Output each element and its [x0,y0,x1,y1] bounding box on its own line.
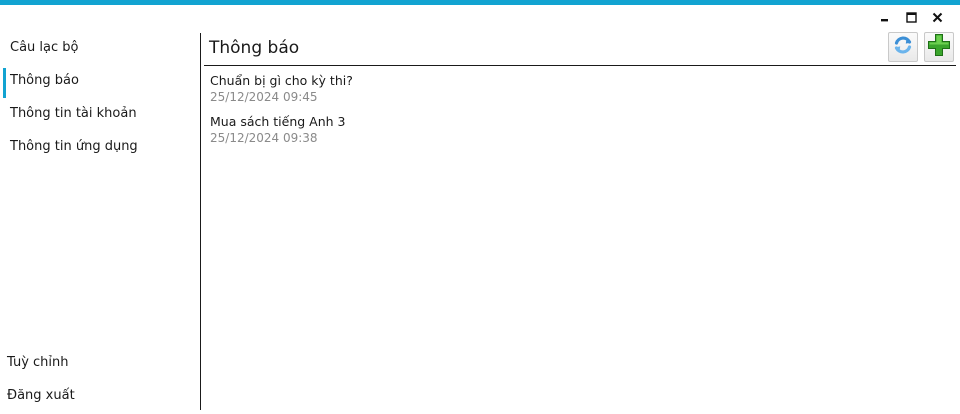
sidebar-item-label: Thông tin ứng dụng [10,138,138,154]
notification-list: Chuẩn bị gì cho kỳ thi? 25/12/2024 09:45… [210,72,910,154]
window-controls [872,8,950,26]
notification-time: 25/12/2024 09:45 [210,90,318,104]
sidebar-item-clubs[interactable]: Câu lạc bộ [0,32,195,62]
notification-item[interactable]: Chuẩn bị gì cho kỳ thi? 25/12/2024 09:45 [210,72,910,113]
minimize-button[interactable] [872,8,898,26]
sidebar-item-label: Tuỳ chỉnh [7,354,69,370]
sidebar-item-label: Câu lạc bộ [10,39,79,55]
maximize-button[interactable] [898,8,924,26]
refresh-icon [892,34,914,60]
sidebar-item-account-info[interactable]: Thông tin tài khoản [0,98,195,128]
sidebar-item-label: Đăng xuất [7,387,75,403]
sidebar-item-settings[interactable]: Tuỳ chỉnh [0,347,195,377]
close-icon [932,12,943,23]
add-notification-button[interactable] [924,32,954,62]
maximize-icon [905,11,917,23]
main-panel: Thông báo Chuẩn bị gì cho kỳ thi? 25/12/… [204,30,958,410]
refresh-button[interactable] [888,32,918,62]
page-title: Thông báo [209,38,300,58]
minimize-icon [880,12,890,22]
notification-item[interactable]: Mua sách tiếng Anh 3 25/12/2024 09:38 [210,113,910,154]
sidebar-item-label: Thông báo [10,72,79,88]
sidebar-nav: Câu lạc bộ Thông báo Thông tin tài khoản… [0,30,200,414]
notification-time: 25/12/2024 09:38 [210,131,318,145]
sidebar-item-app-info[interactable]: Thông tin ứng dụng [0,131,195,161]
notification-title: Mua sách tiếng Anh 3 [210,114,346,129]
app-window: Câu lạc bộ Thông báo Thông tin tài khoản… [0,0,960,414]
sidebar-item-notifications[interactable]: Thông báo [0,65,195,98]
sidebar-divider [200,33,201,410]
notification-title: Chuẩn bị gì cho kỳ thi? [210,73,353,88]
close-button[interactable] [924,8,950,26]
sidebar-item-label: Thông tin tài khoản [10,105,137,121]
add-icon [927,33,951,61]
title-accent-bar [0,0,960,5]
title-divider [204,65,956,66]
sidebar-item-logout[interactable]: Đăng xuất [0,380,195,410]
